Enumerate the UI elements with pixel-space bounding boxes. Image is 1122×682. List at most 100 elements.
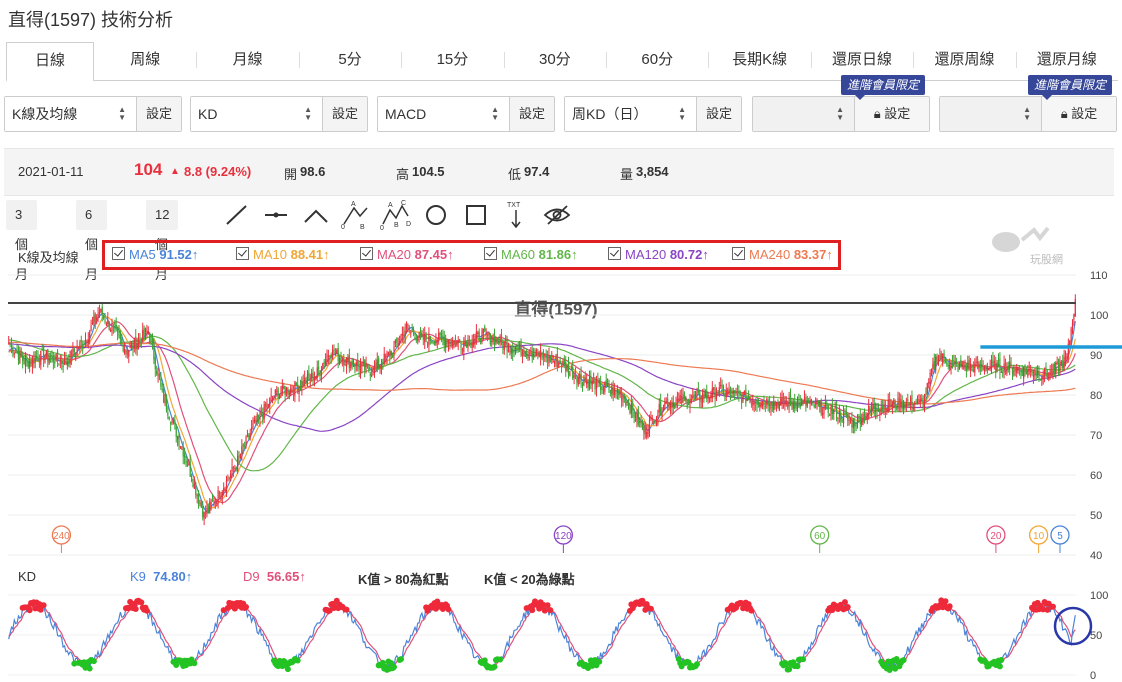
- kd-overbought-dot: [32, 605, 39, 612]
- candle-body: [812, 401, 814, 403]
- main-chart-dropdown[interactable]: K線及均線 ▲ ▼: [5, 97, 136, 131]
- candle-body: [601, 386, 603, 390]
- indicator1-dropdown[interactable]: KD ▲ ▼: [191, 97, 322, 131]
- candle-body: [808, 400, 810, 404]
- candle-body: [195, 483, 197, 495]
- main-chart-settings-button[interactable]: 設定: [136, 97, 181, 131]
- angle-line-icon[interactable]: [302, 203, 330, 227]
- candle-body: [757, 401, 759, 405]
- kd-overbought-dot: [229, 600, 236, 607]
- quote-high-label: 高: [396, 167, 410, 182]
- candle-body: [795, 406, 797, 408]
- candle-body: [802, 400, 804, 402]
- candle-body: [517, 348, 519, 350]
- candle-body: [1056, 362, 1058, 364]
- kd-overbought-dot: [628, 601, 635, 608]
- candle-body: [922, 402, 924, 409]
- indicator5-dropdown[interactable]: ▲ ▼: [940, 97, 1041, 131]
- up-triangle-icon: ▲: [170, 166, 180, 177]
- tab-daily[interactable]: 日線: [6, 42, 94, 82]
- kd-oversold-dot: [692, 663, 699, 670]
- horizontal-line-icon[interactable]: [262, 203, 290, 227]
- kd-overbought-dot: [724, 606, 731, 613]
- candle-body: [875, 409, 877, 412]
- candle-body: [569, 371, 571, 377]
- price-axis-tick: 80: [1090, 390, 1102, 402]
- candle-body: [149, 333, 151, 343]
- indicator3-settings-button[interactable]: 設定: [696, 97, 741, 131]
- indicator1-settings-button[interactable]: 設定: [322, 97, 367, 131]
- candle-body: [450, 341, 452, 345]
- candle-body: [65, 358, 67, 364]
- candle-body: [1006, 367, 1008, 374]
- candle-body: [609, 391, 612, 393]
- circle-tool-icon[interactable]: [422, 203, 450, 227]
- candle-body: [956, 362, 958, 364]
- kd-overbought-dot: [547, 607, 554, 614]
- candle-body: [440, 333, 443, 338]
- tab-15min[interactable]: 15分: [401, 42, 503, 80]
- kd-oversold-dot: [76, 659, 83, 666]
- tab-30min[interactable]: 30分: [503, 42, 606, 80]
- kd-overbought-dot: [35, 605, 42, 612]
- candle-body: [667, 398, 669, 408]
- candle-body: [22, 355, 24, 361]
- candle-body: [591, 380, 593, 385]
- candle-body: [820, 400, 822, 415]
- candle-body: [718, 387, 720, 392]
- indicator4-settings-button[interactable]: 🔒︎ 設定: [854, 97, 929, 131]
- candle-body: [770, 406, 772, 410]
- kd-overbought-dot: [533, 600, 540, 607]
- candle-body: [485, 332, 487, 335]
- abc-pattern-icon[interactable]: 0 A B: [340, 200, 370, 230]
- range-12m-button[interactable]: 12 個月: [146, 200, 179, 282]
- tab-adjusted-weekly[interactable]: 還原周線: [913, 42, 1015, 80]
- abcd-pattern-icon[interactable]: 0 A B C D: [380, 200, 412, 230]
- indicator4-dropdown[interactable]: ▲ ▼: [753, 97, 854, 131]
- candle-body: [121, 337, 123, 343]
- kd-oversold-dot: [490, 664, 497, 671]
- kd-oversold-dot: [280, 657, 287, 664]
- candle-body: [573, 374, 575, 378]
- candle-body: [422, 334, 424, 340]
- candle-body: [51, 354, 53, 357]
- text-tool-icon[interactable]: TXT: [502, 200, 530, 230]
- range-3m-button[interactable]: 3 個月: [6, 200, 37, 282]
- kd-oversold-dot: [480, 659, 487, 666]
- tab-60min[interactable]: 60分: [606, 42, 708, 80]
- indicator3-dropdown[interactable]: 周KD（日） ▲ ▼: [565, 97, 696, 131]
- tab-long-term[interactable]: 長期K線: [708, 42, 810, 80]
- candle-body: [380, 363, 383, 367]
- indicator2-dropdown[interactable]: MACD ▲ ▼: [378, 97, 509, 131]
- candle-body: [749, 400, 751, 403]
- indicator2-settings-button[interactable]: 設定: [509, 97, 554, 131]
- candle-body: [454, 337, 457, 346]
- range-6m-button[interactable]: 6 個月: [76, 200, 107, 282]
- candle-body: [77, 348, 80, 350]
- kd-oversold-dot: [998, 657, 1005, 664]
- kd-overbought-dot: [236, 602, 243, 609]
- candle-body: [259, 412, 261, 420]
- candle-body: [1042, 376, 1044, 378]
- line-tool-icon[interactable]: [222, 203, 250, 227]
- candle-body: [849, 419, 852, 421]
- rectangle-tool-icon[interactable]: [462, 203, 490, 227]
- candle-body: [616, 391, 618, 393]
- tab-monthly[interactable]: 月線: [196, 42, 298, 80]
- svg-text:A: A: [351, 201, 356, 208]
- kd-oversold-dot: [289, 659, 296, 666]
- hide-eye-icon[interactable]: [542, 203, 572, 227]
- candle-body: [443, 336, 445, 346]
- tab-weekly[interactable]: 周線: [94, 42, 196, 80]
- candle-body: [319, 371, 321, 374]
- candle-body: [943, 353, 945, 359]
- candle-body: [519, 343, 521, 348]
- tab-5min[interactable]: 5分: [298, 42, 401, 80]
- candle-body: [912, 407, 914, 410]
- candle-body: [641, 424, 644, 430]
- candle-body: [426, 341, 429, 345]
- indicator5-settings-button[interactable]: 🔒︎ 設定: [1041, 97, 1116, 131]
- kd-oversold-dot: [385, 658, 392, 665]
- candle-body: [167, 412, 169, 416]
- candle-body: [408, 327, 410, 330]
